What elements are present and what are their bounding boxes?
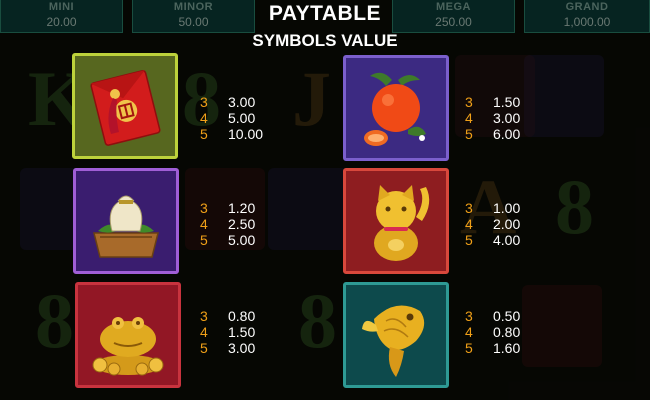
pay-row: 4 0.80 <box>465 324 520 340</box>
pay-row: 4 2.50 <box>200 216 255 232</box>
pay-value: 5.00 <box>228 110 256 126</box>
pay-value: 0.50 <box>493 308 521 324</box>
paytable-red-envelope: 3 3.00 4 5.00 5 10.00 <box>200 94 263 142</box>
paytable-money-toad: 3 0.80 4 1.50 5 3.00 <box>200 308 255 356</box>
pay-count: 4 <box>200 324 208 340</box>
pay-value: 0.80 <box>493 324 521 340</box>
pay-count: 5 <box>200 126 208 142</box>
pay-value: 2.00 <box>493 216 521 232</box>
pay-row: 4 3.00 <box>465 110 520 126</box>
pay-value: 0.80 <box>228 308 256 324</box>
pay-row: 3 3.00 <box>200 94 263 110</box>
symbols-value-subtitle: SYMBOLS VALUE <box>252 31 398 50</box>
pay-row: 4 5.00 <box>200 110 263 126</box>
pay-row: 4 2.00 <box>465 216 520 232</box>
pay-count: 3 <box>200 308 208 324</box>
pay-count: 5 <box>200 340 208 356</box>
pay-value: 10.00 <box>228 126 264 142</box>
pay-value: 1.50 <box>228 324 256 340</box>
pay-count: 5 <box>465 340 473 356</box>
pay-row: 4 1.50 <box>200 324 255 340</box>
mandarin-orange-icon <box>364 72 426 146</box>
pay-row: 3 1.50 <box>465 94 520 110</box>
symbol-tile-money-bag <box>73 168 179 274</box>
pay-count: 4 <box>200 216 208 232</box>
pay-row: 5 10.00 <box>200 126 263 142</box>
pay-value: 3.00 <box>493 110 521 126</box>
pay-count: 3 <box>200 200 208 216</box>
paytable-title: PAYTABLE <box>268 2 382 25</box>
pay-value: 4.00 <box>493 232 521 248</box>
pay-count: 5 <box>465 232 473 248</box>
pay-row: 3 1.00 <box>465 200 520 216</box>
pay-count: 4 <box>200 110 208 126</box>
pay-row: 5 3.00 <box>200 340 255 356</box>
money-toad-icon <box>92 317 164 376</box>
pay-row: 5 5.00 <box>200 232 255 248</box>
pay-row: 3 0.80 <box>200 308 255 324</box>
pay-count: 5 <box>465 126 473 142</box>
paytable-lucky-cat: 3 1.00 4 2.00 5 4.00 <box>465 200 520 248</box>
pay-count: 5 <box>200 232 208 248</box>
symbol-tile-money-toad <box>75 282 181 388</box>
pay-count: 4 <box>465 110 473 126</box>
symbol-tile-golden-fish <box>343 282 449 388</box>
pay-value: 1.50 <box>493 94 521 110</box>
pay-count: 4 <box>465 324 473 340</box>
pay-value: 1.20 <box>228 200 256 216</box>
paytable-money-bag: 3 1.20 4 2.50 5 5.00 <box>200 200 255 248</box>
pay-value: 2.50 <box>228 216 256 232</box>
pay-row: 5 1.60 <box>465 340 520 356</box>
pay-row: 5 4.00 <box>465 232 520 248</box>
pay-count: 3 <box>465 200 473 216</box>
money-bag-icon <box>93 195 159 258</box>
pay-count: 3 <box>200 94 208 110</box>
pay-row: 3 1.20 <box>200 200 255 216</box>
pay-value: 3.00 <box>228 340 256 356</box>
paytable-golden-fish: 3 0.50 4 0.80 5 1.60 <box>465 308 520 356</box>
symbol-tile-red-envelope <box>72 53 178 159</box>
pay-row: 3 0.50 <box>465 308 520 324</box>
pay-value: 1.60 <box>493 340 521 356</box>
lucky-cat-icon <box>374 185 430 261</box>
pay-value: 1.00 <box>493 200 521 216</box>
pay-value: 3.00 <box>228 94 256 110</box>
pay-count: 3 <box>465 308 473 324</box>
pay-count: 4 <box>465 216 473 232</box>
symbol-tile-lucky-cat <box>343 168 449 274</box>
golden-fish-icon <box>362 305 425 377</box>
symbol-tile-mandarin <box>343 55 449 161</box>
paytable-mandarin: 3 1.50 4 3.00 5 6.00 <box>465 94 520 142</box>
pay-count: 3 <box>465 94 473 110</box>
pay-value: 5.00 <box>228 232 256 248</box>
red-envelope-icon <box>90 70 161 146</box>
pay-row: 5 6.00 <box>465 126 520 142</box>
pay-value: 6.00 <box>493 126 521 142</box>
